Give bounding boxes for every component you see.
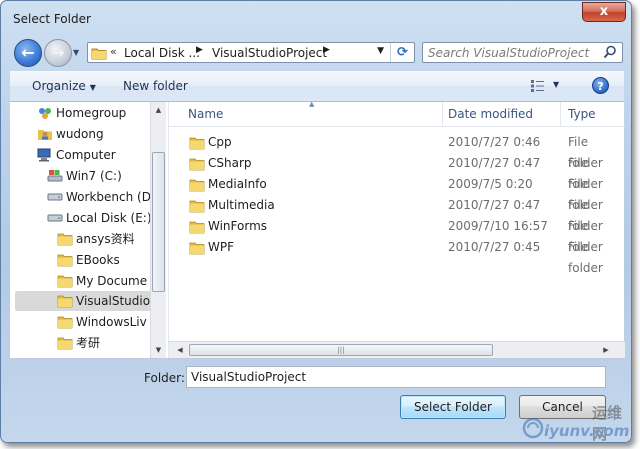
address-dropdown-icon[interactable]: ▼ — [377, 46, 384, 56]
change-view-icon[interactable] — [530, 79, 546, 93]
drive-icon — [47, 190, 63, 210]
nav-scroll-thumb[interactable] — [152, 152, 165, 292]
breadcrumb-separator-icon[interactable]: ▶ — [323, 45, 330, 55]
back-button[interactable]: ← — [14, 39, 42, 67]
user-folder-icon — [37, 127, 53, 147]
nav-item-label: ansys资料 — [76, 232, 135, 246]
file-name: WPF — [208, 240, 235, 254]
nav-item-label: Computer — [56, 148, 116, 162]
file-date-modified: 2009/7/10 16:57 — [448, 219, 548, 233]
folder-icon — [57, 232, 73, 252]
organize-button[interactable]: Organize ▼ — [32, 79, 96, 93]
column-header-date-modified[interactable]: Date modified — [441, 102, 561, 127]
new-folder-button[interactable]: New folder — [123, 79, 188, 93]
folder-field-label: Folder: — [144, 371, 185, 385]
column-header-name[interactable]: Name — [181, 102, 443, 127]
forward-button[interactable]: → — [44, 39, 72, 67]
chevron-down-icon: ▼ — [89, 83, 96, 92]
search-box[interactable] — [422, 42, 623, 63]
file-date-modified: 2010/7/27 0:46 — [448, 135, 541, 149]
file-type: File folder — [568, 240, 603, 275]
nav-item-label: Local Disk (E:) — [66, 211, 152, 225]
computer-icon — [37, 148, 53, 168]
file-date-modified: 2010/7/27 0:47 — [448, 198, 541, 212]
back-arrow-icon: ← — [21, 43, 35, 62]
organize-label: Organize — [32, 79, 86, 93]
folder-icon — [189, 241, 205, 262]
nav-item-label: wudong — [56, 127, 104, 141]
nav-item-label: EBooks — [76, 253, 120, 267]
nav-item-label: Homegroup — [56, 106, 127, 120]
drive-icon — [47, 211, 63, 231]
nav-item-label: 考研 — [76, 336, 101, 350]
refresh-icon: ⟳ — [397, 45, 408, 60]
address-bar[interactable]: « Local Disk ... ▶ VisualStudioProject ▶… — [87, 42, 415, 63]
file-name: CSharp — [208, 156, 252, 170]
close-button[interactable]: x — [582, 2, 626, 22]
search-icon[interactable] — [603, 45, 617, 59]
select-folder-button[interactable]: Select Folder — [400, 395, 506, 419]
file-row[interactable]: Multimedia 2010/7/27 0:47 File folder — [169, 195, 625, 233]
file-name: MediaInfo — [208, 177, 267, 191]
file-list-pane: ▲ Name Date modified Type Cpp 2010/7/27 0… — [168, 100, 625, 358]
scroll-up-icon[interactable]: ▲ — [151, 102, 166, 118]
address-overflow-icon[interactable]: « — [110, 45, 117, 58]
folder-name-input[interactable] — [186, 366, 606, 388]
nav-vertical-scrollbar[interactable]: ▲ ▼ — [150, 102, 166, 358]
system-drive-icon — [47, 169, 63, 189]
chevron-down-icon: ▼ — [73, 48, 80, 57]
folder-icon — [57, 294, 73, 314]
file-name: WinForms — [208, 219, 268, 233]
command-bar: Organize ▼ New folder ▼ ? — [10, 71, 624, 102]
file-name: Multimedia — [208, 198, 275, 212]
homegroup-icon — [37, 106, 53, 126]
view-options-dropdown-icon[interactable]: ▼ — [553, 80, 559, 89]
folder-icon — [91, 48, 107, 60]
file-name: Cpp — [208, 135, 232, 149]
recent-pages-button[interactable]: ▼ — [73, 48, 83, 58]
title-bar[interactable]: Select Folder x — [1, 1, 631, 39]
breadcrumb-visualstudioproject[interactable]: VisualStudioProject — [212, 46, 327, 60]
scroll-down-icon[interactable]: ▼ — [151, 342, 166, 358]
browser-content: Homegroup wudong Computer Win7 (C:) Workbenc… — [10, 100, 625, 359]
select-folder-dialog: Select Folder x ← → ▼ « Local Disk ... ▶… — [0, 0, 632, 443]
folder-icon — [57, 315, 73, 335]
search-input[interactable] — [428, 46, 598, 60]
watermark-text-en: iyunv.com — [544, 422, 630, 440]
help-icon[interactable]: ? — [592, 77, 609, 94]
file-row[interactable]: WinForms 2009/7/10 16:57 File folder — [169, 216, 625, 254]
scroll-left-icon[interactable]: ◀ — [173, 342, 187, 358]
file-row[interactable]: CSharp 2010/7/27 0:47 File folder — [169, 153, 625, 191]
window-title: Select Folder — [13, 12, 91, 26]
watermark: 运维网 iyunv.com — [522, 402, 634, 444]
file-date-modified: 2010/7/27 0:45 — [448, 240, 541, 254]
nav-item-label: Workbench (D — [66, 190, 151, 204]
breadcrumb-separator-icon[interactable]: ▶ — [196, 45, 203, 55]
close-icon: x — [599, 4, 609, 19]
file-date-modified: 2010/7/27 0:47 — [448, 156, 541, 170]
watermark-logo-icon — [522, 417, 544, 439]
breadcrumb-local-disk[interactable]: Local Disk ... — [124, 46, 200, 60]
nav-item-label: VisualStudio — [76, 294, 151, 308]
file-list-horizontal-scrollbar[interactable]: ◀ ||| ▶ — [169, 341, 625, 358]
horizontal-scroll-thumb[interactable]: ||| — [189, 344, 493, 356]
nav-item-label: My Docume — [76, 274, 148, 288]
column-header-type[interactable]: Type — [561, 102, 631, 127]
folder-icon — [57, 336, 73, 356]
navigation-pane: Homegroup wudong Computer Win7 (C:) Workbenc… — [10, 102, 166, 358]
nav-item-label: Win7 (C:) — [66, 169, 122, 183]
file-row[interactable]: Cpp 2010/7/27 0:46 File folder — [169, 132, 625, 170]
folder-icon — [57, 253, 73, 273]
file-row[interactable]: WPF 2010/7/27 0:45 File folder — [169, 237, 625, 275]
file-row[interactable]: MediaInfo 2009/7/5 0:20 File folder — [169, 174, 625, 212]
scroll-right-icon[interactable]: ▶ — [599, 342, 613, 358]
refresh-button[interactable]: ⟳ — [390, 43, 414, 62]
forward-arrow-icon: → — [51, 43, 65, 62]
file-date-modified: 2009/7/5 0:20 — [448, 177, 533, 191]
column-header-row: ▲ Name Date modified Type — [169, 100, 625, 127]
folder-icon — [57, 274, 73, 294]
nav-item-label: WindowsLiv — [76, 315, 147, 329]
